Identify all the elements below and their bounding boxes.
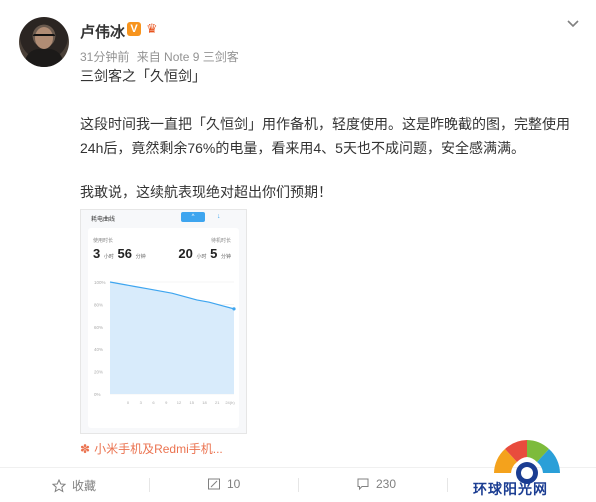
download-icon: ↓: [217, 213, 221, 220]
x-tick-label: 0: [127, 400, 130, 405]
use-hours: 3: [93, 246, 101, 261]
battery-card: 使用时长 待机时长 3 小时 56 分钟 20 小时 5 分钟 100% 80% 6…: [88, 228, 239, 428]
verified-badge: V: [127, 22, 141, 36]
standby-hours-unit: 小时: [196, 254, 207, 260]
flower-icon: ✽: [80, 442, 91, 456]
comment-count: 230: [376, 477, 397, 491]
x-tick-label: 15: [190, 400, 195, 405]
data-point: [232, 307, 236, 311]
divider: [447, 478, 448, 492]
repost-button[interactable]: 10: [207, 477, 240, 491]
topic-link[interactable]: ✽ 小米手机及Redmi手机...: [80, 440, 223, 457]
use-hours-unit: 小时: [103, 254, 114, 260]
image-header: 耗电曲线 ^ ↓: [81, 210, 246, 224]
star-icon: [52, 478, 66, 493]
use-minutes-unit: 分钟: [135, 254, 146, 260]
use-time-label: 使用时长: [93, 238, 114, 244]
topic-link-label: 小米手机及Redmi手机...: [94, 442, 223, 456]
battery-chart: 100% 80% 60% 40% 20% 0% 0 3 6 9 12 15 18 21 24(h): [94, 280, 236, 405]
post-body-line-1: 这段时间我一直把「久恒剑」用作备机，轻度使用。这是昨晚截的图，完整使用: [80, 116, 570, 132]
avatar-body: [25, 49, 63, 67]
divider: [298, 478, 299, 492]
y-tick-label: 0%: [94, 392, 101, 397]
chart-title: 耗电曲线: [91, 217, 116, 223]
use-time-value: 3 小时 56 分钟: [93, 246, 146, 261]
y-tick-label: 40%: [94, 347, 103, 352]
comment-icon: [357, 478, 369, 491]
chevron-down-icon[interactable]: [565, 16, 581, 32]
x-tick-label: 21: [215, 400, 220, 405]
avatar-glasses: [33, 34, 55, 41]
repost-icon: [208, 478, 220, 490]
standby-time-label: 待机时长: [210, 238, 231, 244]
y-tick-label: 100%: [94, 280, 106, 285]
x-tick-label: 9: [165, 400, 168, 405]
standby-minutes: 5: [210, 246, 218, 261]
chart-toggle: ^: [181, 212, 205, 222]
standby-hours: 20: [178, 246, 193, 261]
favorite-label: 收藏: [72, 479, 97, 493]
x-tick-label: 6: [152, 400, 155, 405]
y-tick-label: 60%: [94, 325, 103, 330]
post-meta: 31分钟前 来自 Note 9 三剑客: [80, 48, 243, 65]
post-body-line-2: 24h后，竟然剩余76%的电量，看来用4、5天也不成问题，安全感满满。: [80, 140, 525, 156]
repost-count: 10: [227, 477, 241, 491]
standby-minutes-unit: 分钟: [220, 254, 231, 260]
x-tick-label: 18: [202, 400, 207, 405]
post-time[interactable]: 31分钟前: [80, 50, 129, 64]
author-name[interactable]: 卢伟冰: [80, 21, 125, 42]
comment-button[interactable]: 230: [356, 477, 396, 491]
y-tick-label: 20%: [94, 370, 103, 375]
watermark-text: 环球阳光网: [473, 481, 548, 497]
series-area: [110, 282, 234, 394]
post-source: 来自 Note 9 三剑客: [136, 50, 239, 64]
y-tick-label: 80%: [94, 302, 103, 307]
post-image[interactable]: 耗电曲线 ^ ↓ 使用时长 待机时长 3 小时 56 分钟 20 小时 5 分钟…: [80, 209, 247, 434]
use-minutes: 56: [117, 246, 132, 261]
divider: [149, 478, 150, 492]
x-tick-label: 3: [140, 400, 143, 405]
favorite-button[interactable]: 收藏: [52, 477, 96, 494]
post-body-line-3: 我敢说，这续航表现绝对超出你们预期！: [80, 184, 332, 200]
post-title: 三剑客之「久恒剑」: [80, 68, 206, 84]
crown-icon: ♛: [146, 21, 158, 36]
avatar[interactable]: [19, 17, 69, 67]
standby-time-value: 20 小时 5 分钟: [178, 246, 231, 261]
x-tick-label: 24(h): [225, 400, 235, 405]
x-tick-label: 12: [177, 400, 182, 405]
